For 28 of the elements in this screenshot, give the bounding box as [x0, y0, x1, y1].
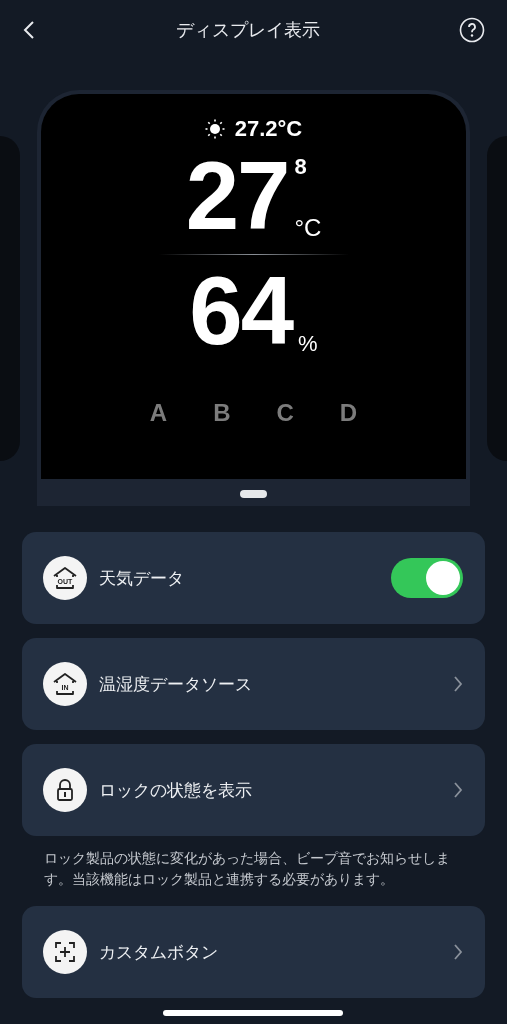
chevron-right-icon — [453, 675, 463, 693]
humidity-unit: % — [298, 333, 318, 355]
add-frame-icon — [43, 930, 87, 974]
help-icon[interactable] — [459, 17, 485, 43]
setting-label: カスタムボタン — [99, 940, 219, 964]
setting-row[interactable]: ロックの状態を表示 — [22, 744, 485, 836]
lock-status-note: ロック製品の状態に変化があった場合、ビープ音でお知らせします。当該機能はロック製品と連携する必要があります。 — [43, 849, 451, 889]
temperature-decimal: 8 — [294, 156, 308, 178]
toggle-switch[interactable] — [391, 558, 463, 598]
weather-temperature: 27.2°C — [234, 116, 303, 142]
setting-row[interactable]: カスタムボタン — [22, 906, 485, 998]
setting-label: 天気データ — [99, 566, 185, 590]
device-key[interactable]: A — [149, 399, 168, 427]
lock-icon — [43, 768, 87, 812]
humidity-value: 64 — [189, 267, 293, 355]
device-key[interactable]: B — [213, 399, 231, 427]
device-key[interactable]: D — [339, 399, 358, 427]
setting-label: 温湿度データソース — [99, 672, 253, 696]
chevron-right-icon — [453, 781, 463, 799]
back-button[interactable] — [22, 19, 36, 41]
setting-label: ロックの状態を表示 — [99, 778, 253, 802]
temperature-unit: °C — [294, 216, 322, 240]
chevron-right-icon — [453, 943, 463, 961]
device-key[interactable]: C — [276, 399, 294, 427]
sun-icon — [204, 119, 225, 139]
drag-handle[interactable] — [240, 490, 267, 498]
page-title: ディスプレイ表示 — [175, 18, 320, 42]
temperature-value: 27 — [185, 152, 289, 240]
